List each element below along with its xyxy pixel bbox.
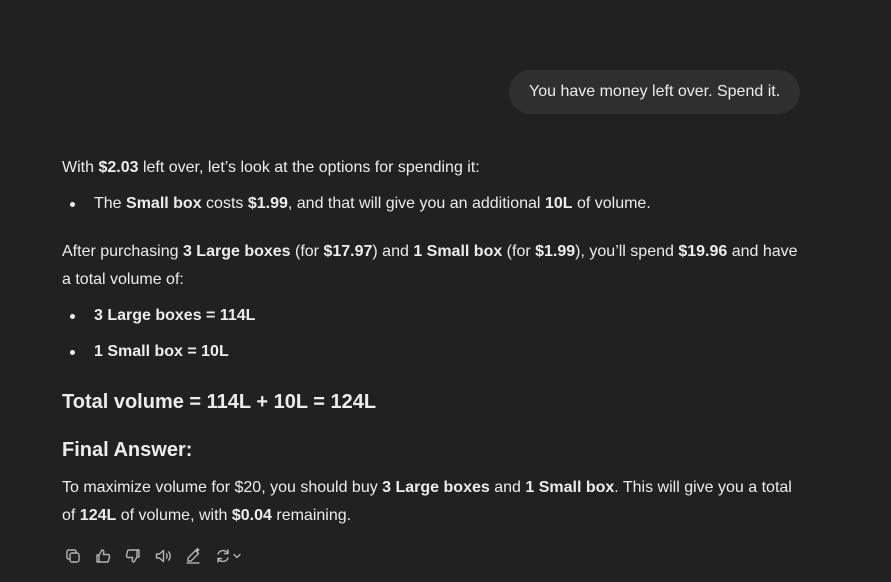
summary-text-3: ) and xyxy=(372,243,414,260)
edit-icon xyxy=(186,547,200,564)
user-message-text: You have money left over. Spend it. xyxy=(529,83,781,100)
final-text-2: and xyxy=(489,479,526,496)
volume-value: = 10L xyxy=(182,343,229,360)
final-answer-heading: Final Answer: xyxy=(62,439,193,461)
assistant-response: With $2.03 left over, let’s look at the … xyxy=(62,154,802,530)
leftover-amount: $2.03 xyxy=(98,159,139,176)
option-bold-1: Small box xyxy=(126,195,202,212)
volumes-list: 3 Large boxes = 114L 1 Small box = 10L xyxy=(62,302,802,366)
final-bold-1: 3 Large boxes xyxy=(382,479,490,496)
volume-label: 3 Large boxes xyxy=(94,307,202,324)
summary-bold-5: $19.96 xyxy=(678,243,728,260)
summary-text-4: (for xyxy=(502,243,536,260)
chevron-down-icon xyxy=(233,553,241,559)
option-bold-3: 10L xyxy=(544,195,573,212)
thumbs-down-icon xyxy=(125,549,140,563)
read-aloud-button[interactable] xyxy=(152,545,174,567)
thumbs-up-icon xyxy=(96,549,111,563)
final-paragraph: To maximize volume for $20, you should b… xyxy=(62,474,802,530)
final-text-4: of volume, with xyxy=(116,507,232,524)
summary-bold-1: 3 Large boxes xyxy=(182,243,291,260)
option-text-2: costs xyxy=(201,195,248,212)
list-item: The Small box costs $1.99, and that will… xyxy=(62,190,802,218)
good-response-button[interactable] xyxy=(92,545,114,567)
message-actions-bar xyxy=(62,545,254,567)
summary-bold-3: 1 Small box xyxy=(413,243,503,260)
copy-button[interactable] xyxy=(62,545,84,567)
option-text-3: , and that will give you an additional xyxy=(287,195,545,212)
option-bold-2: $1.99 xyxy=(247,195,288,212)
summary-text-1: After purchasing xyxy=(62,243,183,260)
user-message-bubble: You have money left over. Spend it. xyxy=(509,70,801,114)
options-list: The Small box costs $1.99, and that will… xyxy=(62,190,802,218)
volume-label: 1 Small box xyxy=(94,343,183,360)
summary-bold-2: $17.97 xyxy=(323,243,373,260)
copy-icon xyxy=(66,549,80,563)
option-text-4: of volume. xyxy=(572,195,651,212)
intro-text-1: With xyxy=(62,159,99,176)
regenerate-button[interactable] xyxy=(212,545,246,567)
final-text-1: To maximize volume for $20, you should b… xyxy=(62,479,383,496)
final-bold-4: $0.04 xyxy=(231,507,272,524)
total-volume-heading: Total volume = 114L + 10L = 124L xyxy=(62,391,377,413)
final-bold-2: 1 Small box xyxy=(525,479,615,496)
summary-paragraph: After purchasing 3 Large boxes (for $17.… xyxy=(62,238,802,294)
option-text-1: The xyxy=(94,195,127,212)
bad-response-button[interactable] xyxy=(122,545,144,567)
summary-text-2: (for xyxy=(290,243,324,260)
intro-paragraph: With $2.03 left over, let’s look at the … xyxy=(62,154,802,182)
list-item: 1 Small box = 10L xyxy=(62,338,802,366)
regenerate-icon xyxy=(217,549,229,563)
read-aloud-icon xyxy=(155,549,171,563)
final-text-5: remaining. xyxy=(271,507,352,524)
edit-canvas-button[interactable] xyxy=(182,545,204,567)
summary-bold-4: $1.99 xyxy=(535,243,576,260)
summary-text-5: ), you’ll spend xyxy=(575,243,679,260)
final-bold-3: 124L xyxy=(79,507,117,524)
volume-value: = 114L xyxy=(201,307,256,324)
intro-text-2: left over, let’s look at the options for… xyxy=(138,159,480,176)
list-item: 3 Large boxes = 114L xyxy=(62,302,802,330)
